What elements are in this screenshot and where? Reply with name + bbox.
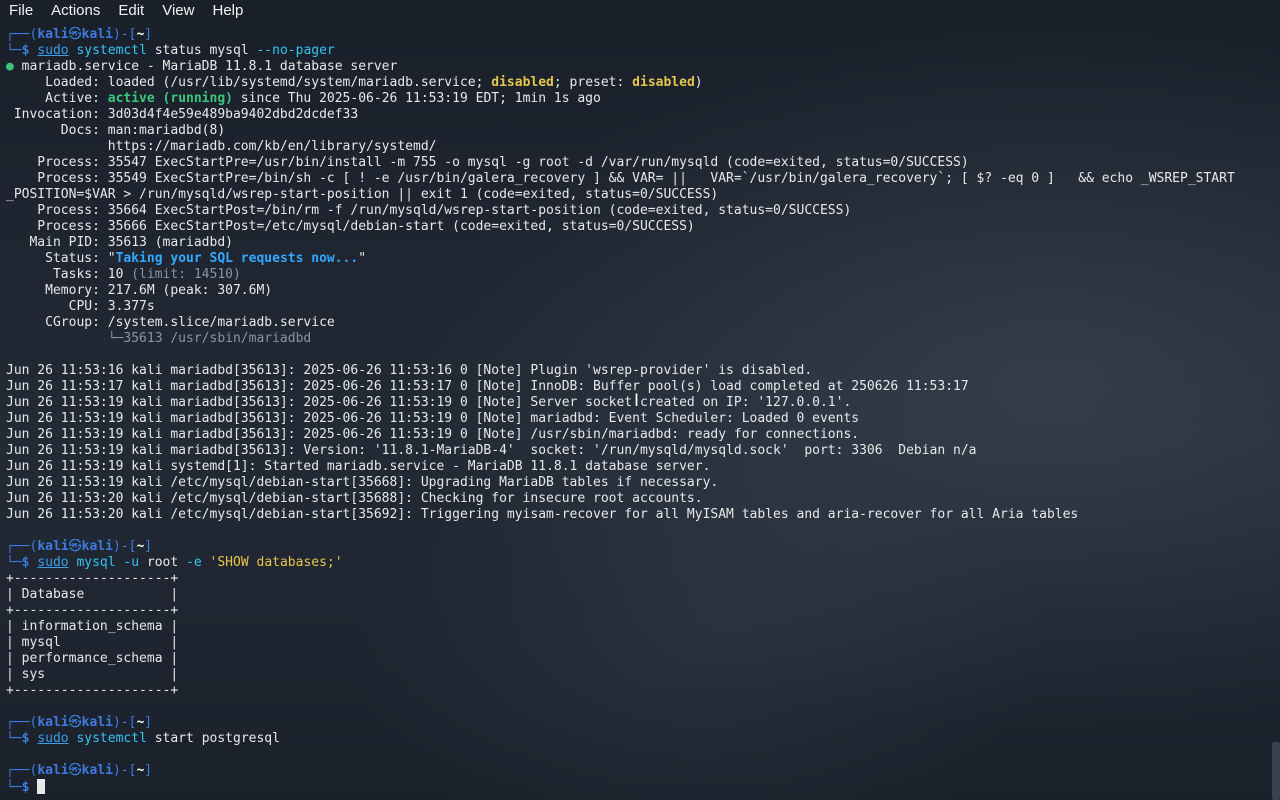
table-header: | Database | (6, 587, 179, 602)
prompt-line: ┌──(kali㉿kali)-[~] (6, 763, 153, 778)
status-line: Status: "Taking your SQL requests now...… (6, 251, 367, 266)
process-line: Process: 35547 ExecStartPre=/usr/bin/ins… (6, 155, 969, 170)
prompt-line: ┌──(kali㉿kali)-[~] (6, 27, 153, 42)
table-border: +--------------------+ (6, 683, 179, 698)
menu-actions[interactable]: Actions (42, 0, 109, 22)
status-dot-icon: ● (6, 59, 14, 74)
memory-line: Memory: 217.6M (peak: 307.6M) (6, 283, 273, 298)
active-line: Active: active (running) since Thu 2025-… (6, 91, 601, 106)
menu-help[interactable]: Help (203, 0, 252, 22)
prompt-line: ┌──(kali㉿kali)-[~] (6, 715, 153, 730)
terminal-output[interactable]: ┌──(kali㉿kali)-[~] └─$ sudo systemctl st… (0, 27, 1280, 800)
table-row: | mysql | (6, 635, 179, 650)
journal-line: Jun 26 11:53:20 kali /etc/mysql/debian-s… (6, 491, 703, 506)
command-line: └─$ sudo mysql -u root -e 'SHOW database… (6, 555, 343, 570)
process-line-wrap: _POSITION=$VAR > /run/mysqld/wsrep-start… (6, 187, 719, 202)
service-title: ● mariadb.service - MariaDB 11.8.1 datab… (6, 59, 398, 74)
table-border: +--------------------+ (6, 571, 179, 586)
process-line: Process: 35549 ExecStartPre=/bin/sh -c [… (6, 171, 1235, 186)
journal-line: Jun 26 11:53:16 kali mariadbd[35613]: 20… (6, 363, 813, 378)
journal-line: Jun 26 11:53:19 kali /etc/mysql/debian-s… (6, 475, 719, 490)
cgroup-tree-line: └─35613 /usr/sbin/mariadbd (6, 331, 312, 346)
loaded-line: Loaded: loaded (/usr/lib/systemd/system/… (6, 75, 703, 90)
menu-file[interactable]: File (0, 0, 42, 22)
menu-edit[interactable]: Edit (109, 0, 153, 22)
text-cursor (37, 779, 46, 794)
table-border: +--------------------+ (6, 603, 179, 618)
table-row: | sys | (6, 667, 179, 682)
invocation-line: Invocation: 3d03d4f4e59e489ba9402dbd2dcd… (6, 107, 359, 122)
process-line: Process: 35664 ExecStartPost=/bin/rm -f … (6, 203, 852, 218)
table-row: | performance_schema | (6, 651, 179, 666)
table-row: | information_schema | (6, 619, 179, 634)
current-command-line[interactable]: └─$ (0, 779, 1280, 795)
journal-line: Jun 26 11:53:19 kali mariadbd[35613]: 20… (6, 427, 860, 442)
main-pid-line: Main PID: 35613 (mariadbd) (6, 235, 233, 250)
command-line: └─$ sudo systemctl status mysql --no-pag… (6, 43, 335, 58)
process-line: Process: 35666 ExecStartPost=/etc/mysql/… (6, 219, 695, 234)
ibeam-cursor-icon: I (634, 391, 640, 411)
menu-view[interactable]: View (153, 0, 203, 22)
docs-line: Docs: man:mariadbd(8) (6, 123, 226, 138)
prompt-line: ┌──(kali㉿kali)-[~] (6, 539, 153, 554)
tasks-line: Tasks: 10 (limit: 14510) (6, 267, 241, 282)
cpu-line: CPU: 3.377s (6, 299, 155, 314)
cgroup-line: CGroup: /system.slice/mariadb.service (6, 315, 335, 330)
terminal-scrollbar[interactable] (1272, 742, 1280, 800)
journal-line: Jun 26 11:53:19 kali mariadbd[35613]: 20… (6, 411, 860, 426)
journal-line: Jun 26 11:53:20 kali /etc/mysql/debian-s… (6, 507, 1079, 522)
journal-line: Jun 26 11:53:19 kali mariadbd[35613]: 20… (6, 395, 852, 410)
docs-url-line: https://mariadb.com/kb/en/library/system… (6, 139, 437, 154)
journal-line: Jun 26 11:53:19 kali mariadbd[35613]: Ve… (6, 443, 977, 458)
journal-line: Jun 26 11:53:17 kali mariadbd[35613]: 20… (6, 379, 969, 394)
command-line: └─$ sudo systemctl start postgresql (6, 731, 280, 746)
journal-line: Jun 26 11:53:19 kali systemd[1]: Started… (6, 459, 711, 474)
terminal-menubar: File Actions Edit View Help (0, 0, 1280, 22)
